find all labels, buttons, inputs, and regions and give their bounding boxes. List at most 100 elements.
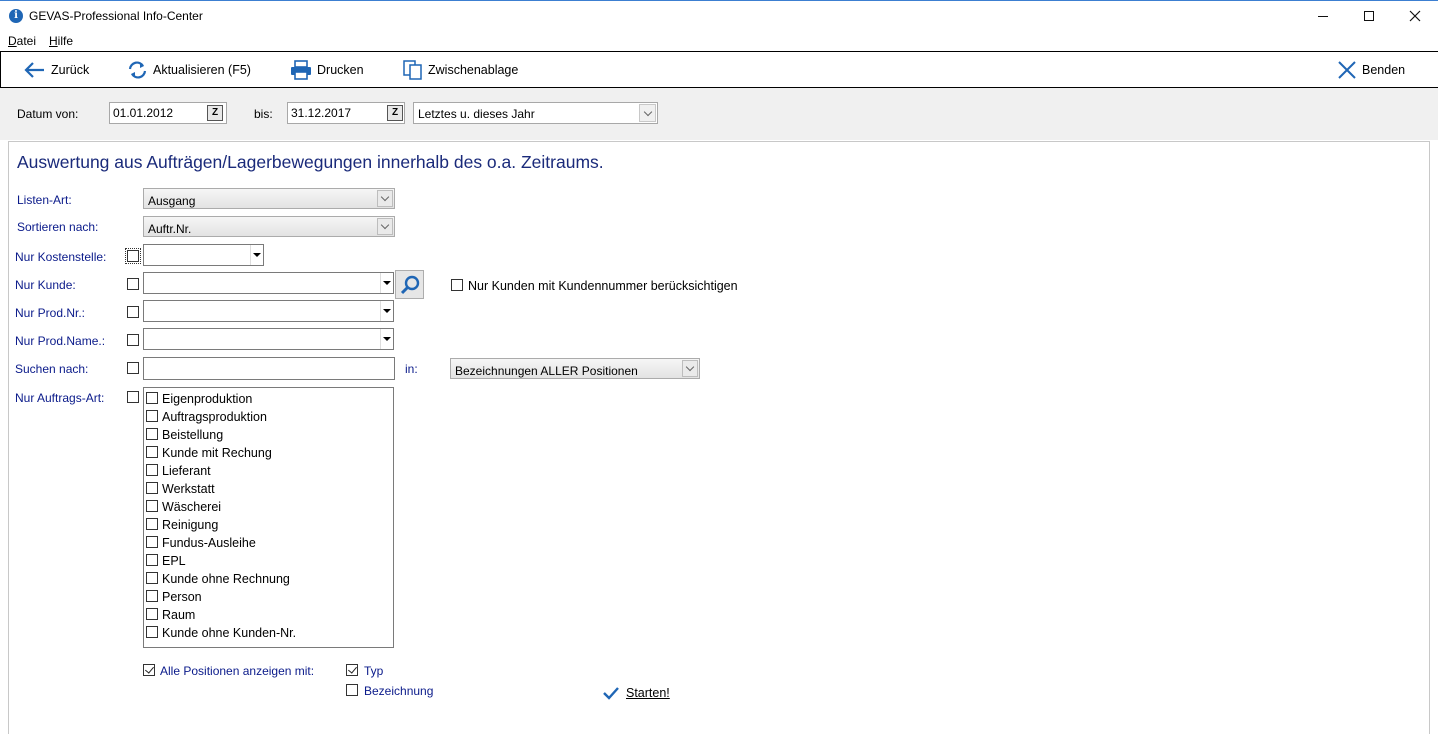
date-from-value: 01.01.2012 (113, 106, 174, 120)
menu-bar: Datei Hilfe (0, 31, 1438, 51)
list-item-checkbox[interactable] (146, 590, 158, 602)
chevron-down-icon (682, 360, 698, 377)
listen-art-select[interactable]: Ausgang (143, 188, 395, 209)
list-item-label: Auftragsproduktion (162, 410, 267, 424)
prodnr-checkbox[interactable] (127, 306, 139, 318)
chevron-down-icon (380, 329, 393, 349)
exit-label: Benden (1362, 62, 1406, 77)
date-to-calendar-button[interactable]: Z (387, 105, 403, 121)
list-item-label: Beistellung (162, 428, 224, 442)
chevron-down-icon (377, 218, 393, 235)
chevron-down-icon (380, 273, 393, 293)
list-item-label: Fundus-Ausleihe (162, 536, 256, 550)
list-item-label: Kunde ohne Rechnung (162, 572, 290, 586)
kunde-select[interactable] (143, 272, 394, 294)
kunde-checkbox[interactable] (127, 278, 139, 290)
date-range-value: Letztes u. dieses Jahr (418, 107, 535, 121)
sortieren-value: Auftr.Nr. (148, 222, 192, 236)
kostenstelle-checkbox[interactable] (125, 248, 141, 264)
kundennummer-label: Nur Kunden mit Kundennummer berücksichti… (468, 279, 738, 293)
list-item-label: Reinigung (162, 518, 219, 532)
alle-positionen-label: Alle Positionen anzeigen mit: (160, 664, 315, 678)
list-item-label: Wäscherei (162, 500, 222, 514)
date-range-select[interactable]: Letztes u. dieses Jahr (413, 102, 658, 124)
list-item-label: Person (162, 590, 202, 604)
list-item-checkbox[interactable] (146, 410, 158, 422)
close-window-button[interactable] (1392, 1, 1438, 31)
kostenstelle-select[interactable] (143, 244, 264, 266)
suchen-checkbox[interactable] (127, 362, 139, 374)
title-bar: i GEVAS-Professional Info-Center (0, 0, 1438, 30)
alle-positionen-checkbox[interactable] (143, 664, 155, 676)
chevron-down-icon (250, 245, 263, 265)
listen-art-value: Ausgang (148, 194, 196, 208)
list-item-checkbox[interactable] (146, 536, 158, 548)
auftragsart-list: Eigenproduktion Auftragsproduktion Beist… (143, 387, 394, 648)
refresh-button[interactable]: Aktualisieren (F5) (127, 52, 251, 87)
date-from-label: Datum von: (17, 107, 79, 121)
prodnr-select[interactable] (143, 300, 394, 322)
back-label: Zurück (51, 62, 90, 77)
sortieren-label: Sortieren nach: (17, 220, 99, 234)
arrow-left-icon (24, 61, 44, 78)
refresh-label: Aktualisieren (F5) (153, 62, 251, 77)
bezeichnung-label: Bezeichnung (364, 684, 434, 698)
toolbar: Zurück Aktualisieren (F5) Drucken Zwisch… (0, 51, 1438, 88)
chevron-down-icon (380, 301, 393, 321)
maximize-button[interactable] (1346, 1, 1392, 31)
chevron-down-icon (639, 104, 656, 122)
list-item-checkbox[interactable] (146, 554, 158, 566)
prodname-label: Nur Prod.Name.: (15, 334, 106, 348)
kunde-search-button[interactable] (395, 270, 424, 299)
in-select[interactable]: Bezeichnungen ALLER Positionen (450, 358, 700, 379)
date-to-value: 31.12.2017 (291, 106, 352, 120)
back-button[interactable]: Zurück (24, 52, 89, 87)
list-item-checkbox[interactable] (146, 392, 158, 404)
exit-button[interactable]: Benden (1337, 52, 1405, 87)
list-item-checkbox[interactable] (146, 482, 158, 494)
kundennummer-checkbox[interactable] (451, 279, 463, 291)
auftragsart-checkbox[interactable] (127, 391, 139, 403)
list-item-checkbox[interactable] (146, 608, 158, 620)
menu-datei[interactable]: Datei (8, 34, 36, 48)
chevron-down-icon (377, 190, 393, 207)
menu-hilfe[interactable]: Hilfe (49, 34, 73, 48)
info-icon: i (9, 9, 23, 23)
suchen-input[interactable] (143, 357, 395, 380)
list-item-label: Lieferant (162, 464, 211, 478)
sortieren-select[interactable]: Auftr.Nr. (143, 216, 395, 237)
prodname-checkbox[interactable] (127, 334, 139, 346)
date-from-calendar-button[interactable]: Z (207, 105, 223, 121)
listen-art-label: Listen-Art: (17, 193, 72, 207)
prodname-select[interactable] (143, 328, 394, 350)
search-icon (400, 275, 419, 294)
close-icon (1409, 10, 1421, 22)
in-label: in: (405, 362, 418, 376)
list-item-label: Raum (162, 608, 196, 622)
start-label: Starten! (626, 686, 670, 700)
minimize-icon (1318, 15, 1328, 17)
kunde-label: Nur Kunde: (15, 278, 76, 292)
list-item-checkbox[interactable] (146, 518, 158, 530)
print-button[interactable]: Drucken (290, 52, 364, 87)
typ-checkbox[interactable] (346, 664, 358, 676)
checkmark-icon (603, 687, 619, 700)
bezeichnung-checkbox[interactable] (346, 684, 358, 696)
kostenstelle-label: Nur Kostenstelle: (15, 250, 107, 264)
prodnr-label: Nur Prod.Nr.: (15, 306, 86, 320)
close-icon (1338, 60, 1356, 79)
clipboard-button[interactable]: Zwischenablage (403, 52, 518, 87)
refresh-icon (128, 60, 147, 79)
list-item-checkbox[interactable] (146, 572, 158, 584)
printer-icon (291, 59, 311, 80)
list-item-checkbox[interactable] (146, 626, 158, 638)
list-item-label: EPL (162, 554, 186, 568)
maximize-icon (1364, 11, 1374, 21)
in-value: Bezeichnungen ALLER Positionen (455, 364, 638, 378)
list-item-checkbox[interactable] (146, 446, 158, 458)
list-item-checkbox[interactable] (146, 428, 158, 440)
minimize-button[interactable] (1300, 1, 1346, 31)
list-item-checkbox[interactable] (146, 500, 158, 512)
start-button[interactable]: Starten! (602, 686, 670, 700)
list-item-checkbox[interactable] (146, 464, 158, 476)
